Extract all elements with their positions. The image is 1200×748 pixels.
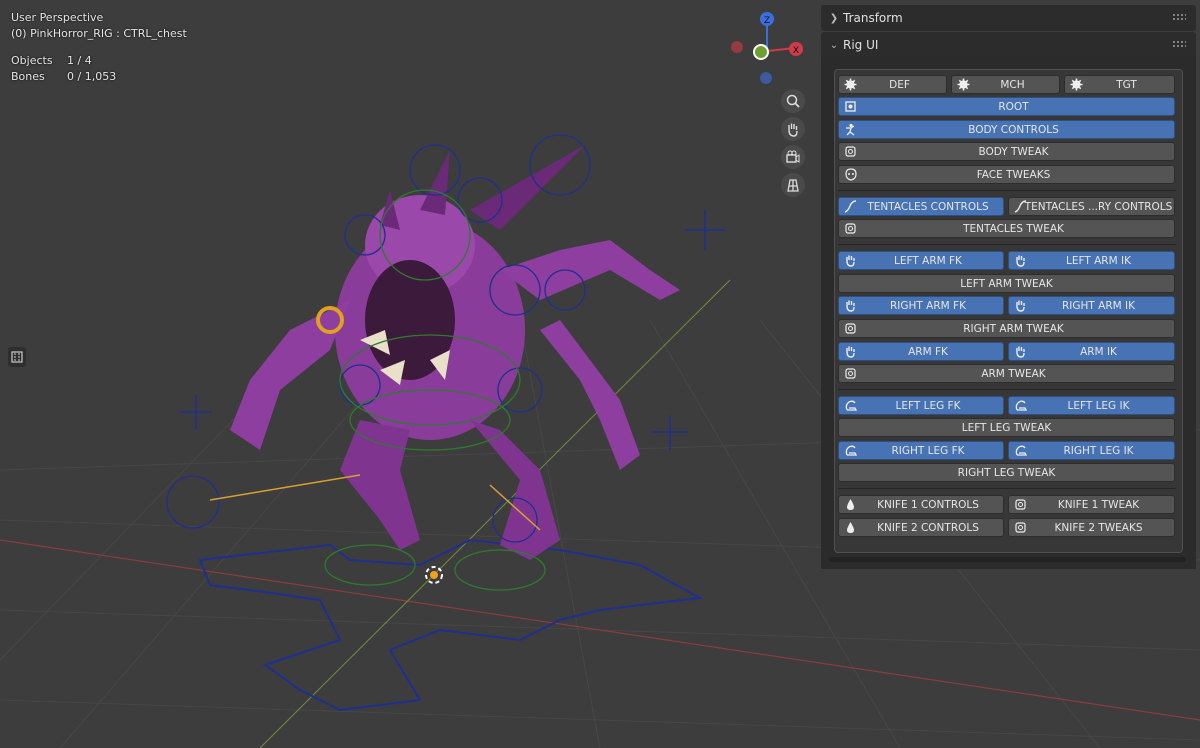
left-arm-ik-button[interactable]: LEFT ARM IK bbox=[1008, 251, 1175, 270]
tweak-icon bbox=[843, 144, 858, 159]
tweak-icon bbox=[1013, 520, 1028, 535]
left-arm-fk-button[interactable]: LEFT ARM FK bbox=[838, 251, 1004, 270]
gizmo-z-label: Z bbox=[764, 16, 770, 26]
left-leg-fk-button[interactable]: LEFT LEG FK bbox=[838, 396, 1004, 415]
tentacles-secondary-controls-button[interactable]: TENTACLES ...RY CONTROLS bbox=[1008, 197, 1175, 216]
figure-icon bbox=[843, 122, 858, 137]
transform-panel-title: Transform bbox=[843, 11, 903, 25]
left-leg-tweak-button[interactable]: LEFT LEG TWEAK bbox=[838, 418, 1175, 437]
right-arm-ik-button[interactable]: RIGHT ARM IK bbox=[1008, 296, 1175, 315]
drag-grip-icon[interactable] bbox=[1172, 40, 1186, 48]
hand-icon bbox=[843, 344, 858, 359]
drag-grip-icon[interactable] bbox=[1172, 13, 1186, 21]
arm-tweak-button[interactable]: ARM TWEAK bbox=[838, 364, 1175, 383]
panel-resize-strip[interactable] bbox=[829, 557, 1186, 562]
chevron-right-icon: ❯ bbox=[829, 12, 839, 24]
root-layer-button[interactable]: ROOT bbox=[838, 97, 1175, 116]
chevron-down-icon: ⌄ bbox=[829, 39, 839, 51]
hand-icon bbox=[1013, 253, 1028, 268]
right-leg-fk-button[interactable]: RIGHT LEG FK bbox=[838, 441, 1004, 460]
navigation-gizmo[interactable]: Z X bbox=[727, 8, 807, 88]
grid-icon[interactable] bbox=[781, 173, 805, 197]
left-leg-ik-button[interactable]: LEFT LEG IK bbox=[1008, 396, 1175, 415]
knife-2-controls-button[interactable]: KNIFE 2 CONTROLS bbox=[838, 518, 1004, 537]
mch-layer-button[interactable]: MCH bbox=[951, 75, 1060, 94]
def-layer-button[interactable]: DEF bbox=[838, 75, 947, 94]
arm-ik-button[interactable]: ARM IK bbox=[1008, 342, 1175, 361]
foot-icon bbox=[1013, 443, 1028, 458]
hand-icon bbox=[1013, 344, 1028, 359]
gear-icon bbox=[843, 77, 858, 92]
tweak-icon bbox=[843, 321, 858, 336]
tweak-icon bbox=[843, 366, 858, 381]
tweak-icon bbox=[1013, 497, 1028, 512]
curve-icon bbox=[1013, 199, 1028, 214]
monkey-face-icon bbox=[843, 167, 858, 182]
divider bbox=[838, 244, 1176, 245]
right-leg-tweak-button[interactable]: RIGHT LEG TWEAK bbox=[838, 463, 1175, 482]
arm-fk-button[interactable]: ARM FK bbox=[838, 342, 1004, 361]
divider bbox=[838, 389, 1176, 390]
foot-icon bbox=[1013, 398, 1028, 413]
hand-icon bbox=[843, 253, 858, 268]
body-tweak-button[interactable]: BODY TWEAK bbox=[838, 142, 1175, 161]
toolbar-toggle-icon[interactable] bbox=[8, 347, 26, 367]
hand-pan-icon[interactable] bbox=[781, 117, 805, 141]
zoom-icon[interactable] bbox=[781, 89, 805, 113]
body-controls-button[interactable]: BODY CONTROLS bbox=[838, 120, 1175, 139]
active-object-label: (0) PinkHorror_RIG : CTRL_chest bbox=[11, 27, 187, 40]
divider bbox=[838, 190, 1176, 191]
camera-icon[interactable] bbox=[781, 145, 805, 169]
view-mode-label: User Perspective bbox=[11, 11, 104, 24]
divider bbox=[838, 488, 1176, 489]
foot-icon bbox=[843, 398, 858, 413]
tentacles-tweak-button[interactable]: TENTACLES TWEAK bbox=[838, 219, 1175, 238]
gizmo-x-label: X bbox=[793, 46, 799, 56]
right-leg-ik-button[interactable]: RIGHT LEG IK bbox=[1008, 441, 1175, 460]
stat-objects: Objects 1 / 4 bbox=[11, 54, 92, 67]
knife-1-controls-button[interactable]: KNIFE 1 CONTROLS bbox=[838, 495, 1004, 514]
knife-1-tweak-button[interactable]: KNIFE 1 TWEAK bbox=[1008, 495, 1175, 514]
transform-panel-header[interactable]: ❯ Transform bbox=[821, 5, 1196, 31]
creature-model bbox=[230, 145, 680, 560]
hand-icon bbox=[843, 298, 858, 313]
knife-2-tweaks-button[interactable]: KNIFE 2 TWEAKS bbox=[1008, 518, 1175, 537]
tweak-icon bbox=[843, 221, 858, 236]
stat-bones: Bones 0 / 1,053 bbox=[11, 70, 117, 83]
rig-ui-panel-title: Rig UI bbox=[843, 38, 879, 52]
left-arm-tweak-button[interactable]: LEFT ARM TWEAK bbox=[838, 274, 1175, 293]
gear-icon bbox=[1069, 77, 1084, 92]
right-arm-tweak-button[interactable]: RIGHT ARM TWEAK bbox=[838, 319, 1175, 338]
right-arm-fk-button[interactable]: RIGHT ARM FK bbox=[838, 296, 1004, 315]
hand-icon bbox=[1013, 298, 1028, 313]
drop-icon bbox=[843, 497, 858, 512]
face-tweaks-button[interactable]: FACE TWEAKS bbox=[838, 165, 1175, 184]
tentacles-controls-button[interactable]: TENTACLES CONTROLS bbox=[838, 197, 1004, 216]
foot-icon bbox=[843, 443, 858, 458]
drop-icon bbox=[843, 520, 858, 535]
tgt-layer-button[interactable]: TGT bbox=[1064, 75, 1175, 94]
gear-icon bbox=[956, 77, 971, 92]
rig-ui-panel-header[interactable]: ⌄ Rig UI bbox=[821, 32, 1196, 58]
curve-icon bbox=[843, 199, 858, 214]
root-bone-icon bbox=[843, 99, 858, 114]
